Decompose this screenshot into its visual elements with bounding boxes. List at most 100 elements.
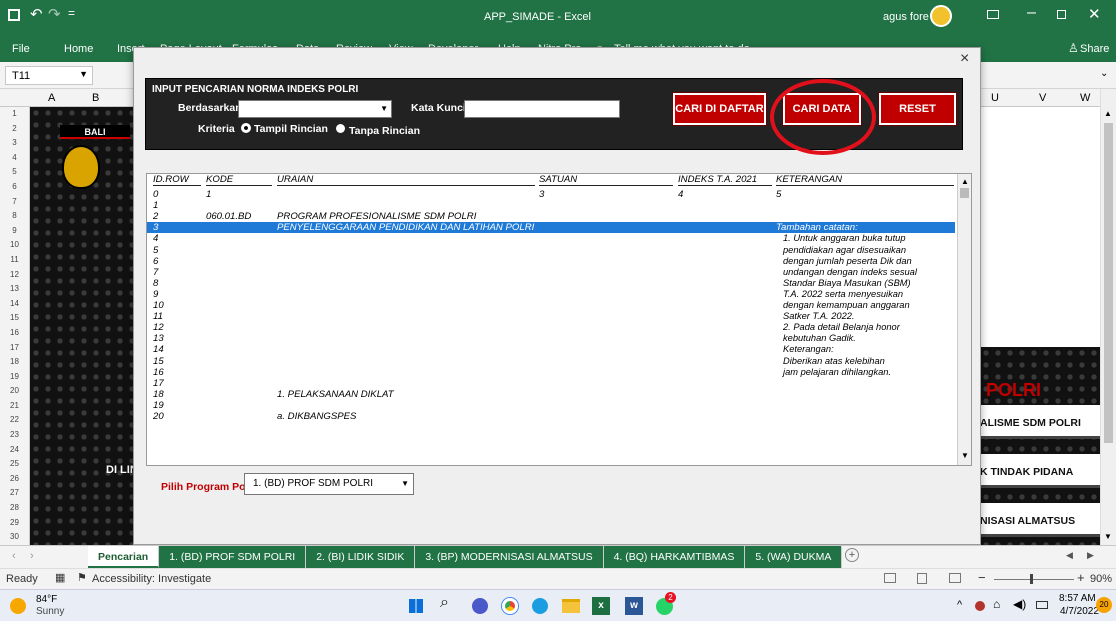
row-header[interactable]: 29: [0, 516, 29, 531]
clock-date[interactable]: 4/7/2022: [1060, 606, 1099, 617]
list-item[interactable]: 3 PENYELENGGARAAN PENDIDIKAN DAN LATIHAN …: [147, 222, 955, 234]
battery-icon[interactable]: [1036, 601, 1048, 609]
add-sheet-icon[interactable]: +: [845, 548, 859, 562]
tray-chevron-icon[interactable]: ^: [957, 599, 962, 611]
pilih-program-select[interactable]: 1. (BD) PROF SDM POLRI ▼: [244, 473, 414, 495]
row-header[interactable]: 19: [0, 370, 29, 385]
word-icon[interactable]: w: [625, 597, 643, 615]
list-item[interactable]: 18 1. PELAKSANAAN DIKLAT: [147, 389, 955, 400]
radio-tanpa-label[interactable]: Tanpa Rincian: [349, 125, 420, 137]
zoom-slider-thumb[interactable]: [1030, 574, 1033, 584]
menu-button-nisasi[interactable]: NISASI ALMATSUS: [976, 503, 1100, 537]
start-icon[interactable]: [409, 599, 423, 613]
page-layout-icon[interactable]: [917, 573, 927, 584]
weather-desc[interactable]: Sunny: [36, 606, 64, 617]
row-header[interactable]: 25: [0, 457, 29, 472]
clock-time[interactable]: 8:57 AM: [1059, 593, 1096, 604]
sheet-tab-bd[interactable]: 1. (BD) PROF SDM POLRI: [159, 546, 307, 568]
row-header[interactable]: 3: [0, 136, 29, 151]
scroll-down-icon[interactable]: ▼: [1104, 532, 1112, 541]
radio-tanpa-icon[interactable]: [336, 124, 345, 133]
chrome-icon[interactable]: [502, 598, 518, 614]
list-item[interactable]: 0 1 3 4 5: [147, 189, 955, 200]
share-button[interactable]: Share: [1080, 43, 1109, 55]
user-name[interactable]: agus fore: [883, 11, 929, 23]
col-w[interactable]: W: [1080, 92, 1090, 104]
row-header[interactable]: 20: [0, 384, 29, 399]
row-header[interactable]: 5: [0, 165, 29, 180]
list-scroll-thumb[interactable]: [960, 188, 969, 198]
row-header[interactable]: 22: [0, 413, 29, 428]
list-scrollbar[interactable]: ▲ ▼: [957, 174, 971, 465]
volume-icon[interactable]: ◀): [1013, 597, 1026, 611]
list-item[interactable]: 19: [147, 400, 955, 411]
normal-view-icon[interactable]: [884, 573, 896, 583]
sheet-tab-wa[interactable]: 5. (WA) DUKMA: [745, 546, 843, 568]
sheet-tab-bq[interactable]: 4. (BQ) HARKAMTIBMAS: [603, 546, 746, 568]
undo-icon[interactable]: ↶: [30, 5, 43, 23]
col-u[interactable]: U: [991, 92, 999, 104]
row-header[interactable]: 27: [0, 486, 29, 501]
row-header[interactable]: 18: [0, 355, 29, 370]
row-header[interactable]: 1: [0, 107, 29, 122]
close-icon[interactable]: ✕: [1088, 5, 1101, 23]
macro-icon[interactable]: ▦: [55, 571, 65, 584]
meet-icon[interactable]: [472, 598, 488, 614]
avatar[interactable]: [930, 5, 952, 27]
hscroll-left-icon[interactable]: ◀: [1066, 550, 1073, 561]
vertical-scrollbar[interactable]: ▲ ▼: [1100, 89, 1116, 545]
ribbon-display-icon[interactable]: [987, 10, 999, 19]
row-header[interactable]: 10: [0, 238, 29, 253]
list-scroll-down-icon[interactable]: ▼: [961, 451, 969, 460]
menu-button-tindak[interactable]: K TINDAK PIDANA: [976, 454, 1100, 488]
edge-icon[interactable]: [532, 598, 548, 614]
zoom-in-icon[interactable]: +: [1077, 570, 1085, 585]
customize-qat-icon[interactable]: =: [68, 6, 75, 20]
row-header[interactable]: 17: [0, 341, 29, 356]
tab-home[interactable]: Home: [64, 43, 93, 55]
list-item[interactable]: 20 a. DIKBANGSPES: [147, 411, 955, 422]
list-item[interactable]: 2 060.01.BD PROGRAM PROFESIONALISME SDM PO…: [147, 211, 955, 222]
row-header[interactable]: 8: [0, 209, 29, 224]
row-header[interactable]: 30: [0, 530, 29, 545]
row-header[interactable]: 4: [0, 151, 29, 166]
col-b[interactable]: B: [92, 92, 99, 104]
tab-next-icon[interactable]: ›: [30, 550, 34, 562]
save-icon[interactable]: [8, 9, 20, 21]
zoom-level[interactable]: 90%: [1090, 573, 1112, 585]
accessibility-status[interactable]: Accessibility: Investigate: [92, 573, 211, 585]
row-header[interactable]: 14: [0, 297, 29, 312]
row-header[interactable]: 13: [0, 282, 29, 297]
row-header[interactable]: 11: [0, 253, 29, 268]
radio-tampil-label[interactable]: Tampil Rincian: [254, 123, 328, 135]
sheet-tab-pencarian[interactable]: Pencarian: [88, 546, 160, 568]
minimize-icon[interactable]: –: [1027, 4, 1036, 22]
page-break-icon[interactable]: [949, 573, 961, 583]
fx-expand-icon[interactable]: ⌄: [1100, 68, 1108, 79]
menu-button-alisme[interactable]: ALISME SDM POLRI: [976, 405, 1100, 439]
tab-file[interactable]: File: [12, 43, 30, 55]
row-header[interactable]: 2: [0, 122, 29, 137]
row-header[interactable]: 26: [0, 472, 29, 487]
file-explorer-icon[interactable]: [562, 599, 580, 613]
tab-prev-icon[interactable]: ‹: [12, 550, 16, 562]
accessibility-icon[interactable]: ⚑: [77, 571, 87, 584]
radio-tampil-icon[interactable]: [241, 123, 251, 133]
maximize-icon[interactable]: [1057, 10, 1066, 19]
row-header[interactable]: 21: [0, 399, 29, 414]
weather-temp[interactable]: 84°F: [36, 594, 57, 605]
row-header[interactable]: 6: [0, 180, 29, 195]
reset-button[interactable]: RESET: [878, 92, 957, 126]
zoom-out-icon[interactable]: −: [978, 570, 986, 585]
col-v[interactable]: V: [1039, 92, 1046, 104]
row-header[interactable]: 28: [0, 501, 29, 516]
row-header[interactable]: 23: [0, 428, 29, 443]
list-scroll-up-icon[interactable]: ▲: [961, 177, 969, 186]
scroll-up-icon[interactable]: ▲: [1104, 109, 1112, 118]
redo-icon[interactable]: ↷: [48, 5, 61, 23]
result-list[interactable]: ID.ROW KODE URAIAN SATUAN INDEKS T.A. 20…: [146, 173, 972, 466]
network-icon[interactable]: ⌂: [993, 597, 1000, 611]
hscroll-right-icon[interactable]: ▶: [1087, 550, 1094, 561]
row-header[interactable]: 7: [0, 195, 29, 210]
kata-kunci-input[interactable]: [464, 100, 620, 118]
